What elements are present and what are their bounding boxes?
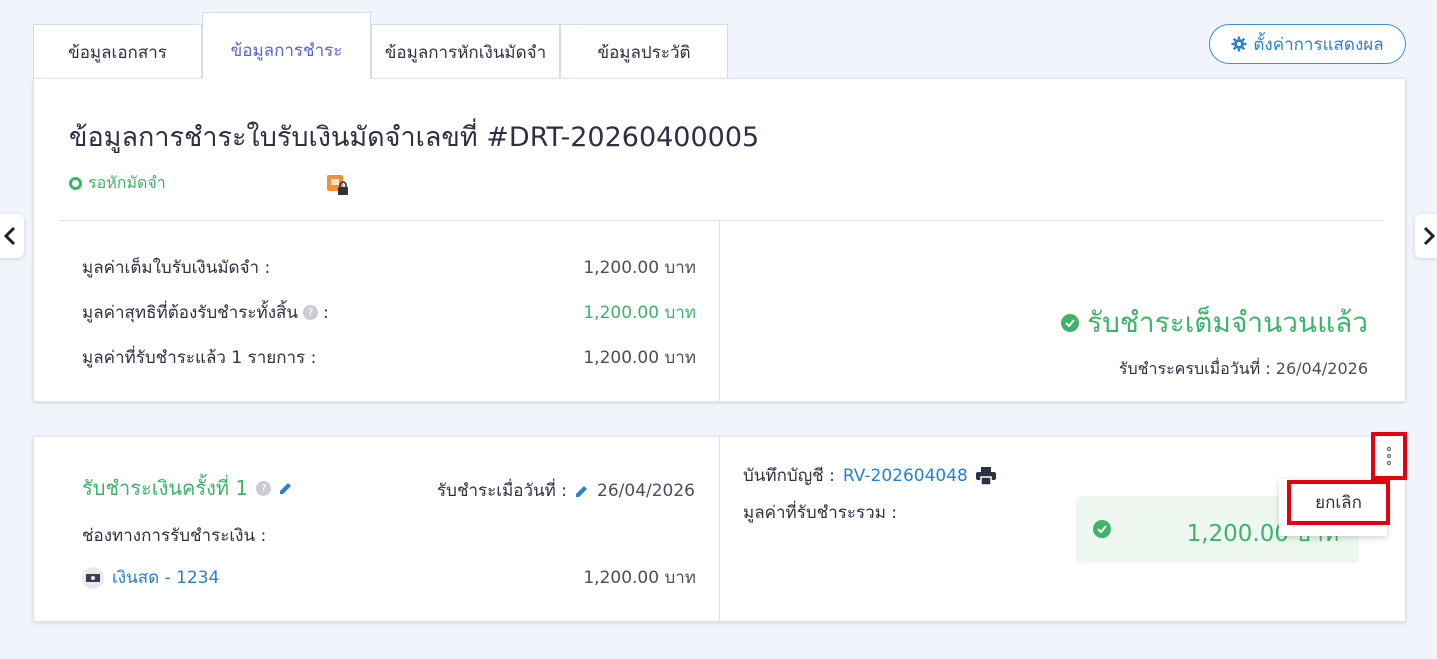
full-value-row: มูลค่าเต็มใบรับเงินมัดจำ : 1,200.00 บาท [82,254,696,281]
payment-channel-name[interactable]: เงินสด - 1234 [112,564,219,591]
payment-channel[interactable]: เงินสด - 1234 [82,564,219,591]
check-circle-icon [1093,520,1111,538]
tab-bar: ข้อมูลเอกสาร ข้อมูลการชำระ ข้อมูลการหักเ… [33,12,728,79]
status-label: รอหักมัดจำ [88,173,166,192]
net-value-row: มูลค่าสุทธิที่ต้องรับชำระทั้งสิ้น ? : 1,… [82,299,696,326]
net-value-label: มูลค่าสุทธิที่ต้องรับชำระทั้งสิ้น [82,303,299,323]
payment-date-label: รับชำระเมื่อวันที่ : [437,481,568,501]
kebab-dot-icon [1387,447,1391,451]
status-badge: รอหักมัดจำ [69,171,166,196]
paid-date-label: รับชำระครบเมื่อวันที่ : [1118,359,1271,378]
page-title: ข้อมูลการชำระใบรับเงินมัดจำเลขที่ #DRT-2… [69,122,760,153]
account-record-label: บันทึกบัญชี : [743,466,835,486]
chevron-right-icon [1423,226,1435,246]
paid-value-row: มูลค่าที่รับชำระแล้ว 1 รายการ : 1,200.00… [82,344,696,371]
payment-channel-row: เงินสด - 1234 1,200.00 บาท [82,564,696,591]
paid-date-value: 26/04/2026 [1275,359,1368,378]
full-value-amount: 1,200.00 บาท [583,258,696,278]
tab-history-info[interactable]: ข้อมูลประวัติ [560,24,728,79]
net-value-label-group: มูลค่าสุทธิที่ต้องรับชำระทั้งสิ้น ? : [82,299,329,326]
payment-title-label: รับชำระเงินครั้งที่ 1 [82,476,249,500]
edit-icon[interactable] [575,484,589,498]
net-value-suffix: : [323,302,329,323]
print-icon[interactable] [975,466,996,485]
tab-deposit-deduction-info[interactable]: ข้อมูลการหักเงินมัดจำ [371,24,560,79]
chevron-left-icon [4,226,16,246]
divider [59,220,1382,221]
paid-status: รับชำระเต็มจำนวนแล้ว [1061,301,1368,345]
payment-date: รับชำระเมื่อวันที่ : 26/04/2026 [437,477,695,504]
previous-arrow-button[interactable] [0,214,24,258]
help-icon[interactable]: ? [303,305,319,320]
display-settings-label: ตั้งค่าการแสดงผล [1253,34,1384,55]
cancel-menu-item[interactable]: ยกเลิก [1287,480,1390,525]
cash-icon [82,566,104,589]
divider [719,437,720,623]
status-ring-icon [69,177,82,190]
total-paid-label: มูลค่าที่รับชำระรวม : [743,503,898,523]
payment-date-value: 26/04/2026 [597,480,695,501]
account-record-link[interactable]: RV-202604048 [843,466,968,486]
paid-value-label: มูลค่าที่รับชำระแล้ว 1 รายการ : [82,348,317,368]
payment-channel-label: ช่องทางการรับชำระเงิน : [82,526,267,546]
payment-record-card: รับชำระเงินครั้งที่ 1 ? รับชำระเมื่อวันท… [33,436,1406,623]
locked-document-icon[interactable] [327,175,349,197]
net-value-amount: 1,200.00 บาท [583,303,696,323]
more-options-button[interactable] [1371,432,1407,480]
paid-date: รับชำระครบเมื่อวันที่ : 26/04/2026 [1119,357,1368,382]
tab-document-info[interactable]: ข้อมูลเอกสาร [33,24,202,79]
edit-icon[interactable] [279,481,293,495]
payment-title: รับชำระเงินครั้งที่ 1 ? [82,472,293,504]
check-circle-icon [1061,314,1080,332]
help-icon[interactable]: ? [256,480,272,496]
tab-payment-info[interactable]: ข้อมูลการชำระ [202,12,371,79]
gear-icon [1231,36,1247,52]
paid-value-amount: 1,200.00 บาท [583,348,696,368]
full-value-label: มูลค่าเต็มใบรับเงินมัดจำ : [82,258,271,278]
next-arrow-button[interactable] [1415,214,1437,258]
divider [719,220,720,403]
kebab-dot-icon [1387,454,1391,458]
payment-summary-card: ข้อมูลการชำระใบรับเงินมัดจำเลขที่ #DRT-2… [33,78,1406,403]
account-record: บันทึกบัญชี : RV-202604048 [743,462,996,489]
paid-status-label: รับชำระเต็มจำนวนแล้ว [1087,306,1368,339]
payment-channel-amount: 1,200.00 บาท [583,568,696,588]
display-settings-button[interactable]: ตั้งค่าการแสดงผล [1209,24,1406,64]
kebab-dot-icon [1387,461,1391,465]
